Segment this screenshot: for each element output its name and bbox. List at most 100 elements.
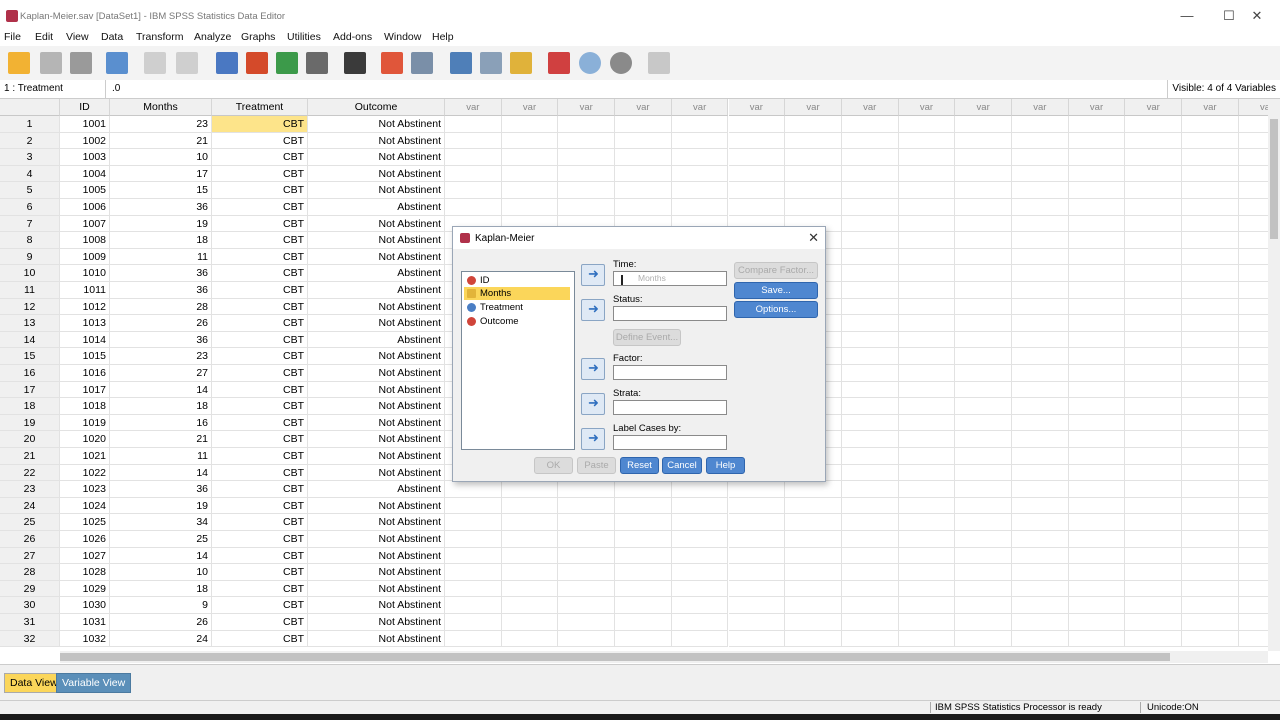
empty-cell[interactable] <box>785 564 842 581</box>
empty-cell[interactable] <box>955 232 1012 249</box>
column-header-var[interactable]: var <box>898 99 956 116</box>
cell-treatment[interactable]: CBT <box>212 547 308 565</box>
empty-cell[interactable] <box>898 331 956 349</box>
cell-treatment[interactable]: CBT <box>212 149 308 166</box>
empty-cell[interactable] <box>445 580 502 598</box>
empty-cell[interactable] <box>615 497 672 515</box>
cell-months[interactable]: 26 <box>110 315 212 332</box>
cell-id[interactable]: 1016 <box>60 365 110 382</box>
empty-cell[interactable] <box>1068 348 1126 365</box>
empty-cell[interactable] <box>1238 348 1268 365</box>
empty-cell[interactable] <box>1238 564 1268 581</box>
cell-value-input[interactable]: .0 <box>112 80 120 98</box>
time-field[interactable]: Months <box>613 271 727 286</box>
cell-months[interactable]: 9 <box>110 597 212 614</box>
cell-outcome[interactable]: Not Abstinent <box>308 464 445 482</box>
empty-cell[interactable] <box>898 531 956 548</box>
menu-window[interactable]: Window <box>384 31 421 43</box>
empty-cell[interactable] <box>1012 597 1069 614</box>
empty-cell[interactable] <box>841 365 899 382</box>
cancel-button[interactable]: Cancel <box>662 457 702 474</box>
empty-cell[interactable] <box>1125 232 1183 249</box>
cell-treatment[interactable]: CBT <box>212 597 308 614</box>
empty-cell[interactable] <box>1012 116 1069 133</box>
empty-cell[interactable] <box>728 116 786 133</box>
empty-cell[interactable] <box>728 564 786 581</box>
empty-cell[interactable] <box>445 149 502 166</box>
empty-cell[interactable] <box>785 580 842 598</box>
empty-cell[interactable] <box>558 597 616 614</box>
empty-cell[interactable] <box>1182 580 1239 598</box>
cell-outcome[interactable]: Not Abstinent <box>308 381 445 399</box>
empty-cell[interactable] <box>1238 531 1268 548</box>
empty-cell[interactable] <box>898 149 956 166</box>
empty-cell[interactable] <box>615 132 672 150</box>
empty-cell[interactable] <box>955 497 1012 515</box>
reset-button[interactable]: Reset <box>620 457 659 474</box>
empty-cell[interactable] <box>1182 265 1239 282</box>
empty-cell[interactable] <box>728 132 786 150</box>
empty-cell[interactable] <box>841 199 899 216</box>
empty-cell[interactable] <box>1125 348 1183 365</box>
empty-cell[interactable] <box>1182 215 1239 233</box>
cell-outcome[interactable]: Not Abstinent <box>308 448 445 465</box>
empty-cell[interactable] <box>1125 182 1183 199</box>
cell-months[interactable]: 24 <box>110 630 212 648</box>
cell-treatment[interactable]: CBT <box>212 182 308 199</box>
row-number[interactable]: 20 <box>0 431 60 448</box>
empty-cell[interactable] <box>1182 531 1239 548</box>
empty-cell[interactable] <box>785 531 842 548</box>
menu-analyze[interactable]: Analyze <box>194 31 231 43</box>
empty-cell[interactable] <box>785 149 842 166</box>
empty-cell[interactable] <box>1068 431 1126 448</box>
empty-cell[interactable] <box>1125 149 1183 166</box>
cell-months[interactable]: 15 <box>110 182 212 199</box>
column-header-months[interactable]: Months <box>110 99 212 116</box>
empty-cell[interactable] <box>841 331 899 349</box>
empty-cell[interactable] <box>558 514 616 531</box>
cell-treatment[interactable]: CBT <box>212 298 308 316</box>
empty-cell[interactable] <box>955 298 1012 316</box>
empty-cell[interactable] <box>445 199 502 216</box>
empty-cell[interactable] <box>841 298 899 316</box>
cell-id[interactable]: 1026 <box>60 531 110 548</box>
cell-months[interactable]: 19 <box>110 497 212 515</box>
empty-cell[interactable] <box>1238 232 1268 249</box>
cell-treatment[interactable]: CBT <box>212 514 308 531</box>
cell-treatment[interactable]: CBT <box>212 116 308 133</box>
empty-cell[interactable] <box>955 315 1012 332</box>
cell-id[interactable]: 1004 <box>60 165 110 183</box>
empty-cell[interactable] <box>1238 299 1268 316</box>
empty-cell[interactable] <box>898 630 956 648</box>
menu-file[interactable]: File <box>4 31 21 43</box>
row-number[interactable]: 4 <box>0 165 60 183</box>
empty-cell[interactable] <box>445 531 502 548</box>
empty-cell[interactable] <box>558 481 616 498</box>
cell-treatment[interactable]: CBT <box>212 448 308 465</box>
cell-outcome[interactable]: Not Abstinent <box>308 580 445 598</box>
empty-cell[interactable] <box>1068 514 1126 531</box>
empty-cell[interactable] <box>615 564 672 581</box>
empty-cell[interactable] <box>501 481 559 498</box>
empty-cell[interactable] <box>955 182 1012 199</box>
row-number[interactable]: 12 <box>0 298 60 316</box>
cell-months[interactable]: 26 <box>110 614 212 631</box>
empty-cell[interactable] <box>841 182 899 199</box>
empty-cell[interactable] <box>1238 597 1268 614</box>
empty-cell[interactable] <box>615 597 672 614</box>
empty-cell[interactable] <box>1068 497 1126 515</box>
empty-cell[interactable] <box>1012 414 1069 432</box>
factor-field[interactable] <box>613 365 727 380</box>
weight-cases-icon[interactable] <box>480 52 502 74</box>
empty-cell[interactable] <box>615 199 672 216</box>
empty-cell[interactable] <box>1068 414 1126 432</box>
empty-cell[interactable] <box>1012 398 1069 415</box>
empty-cell[interactable] <box>898 165 956 183</box>
empty-cell[interactable] <box>1125 248 1183 266</box>
empty-cell[interactable] <box>785 132 842 150</box>
empty-cell[interactable] <box>1125 464 1183 482</box>
cell-id[interactable]: 1011 <box>60 282 110 299</box>
dialog-close-icon[interactable]: ✕ <box>808 230 819 246</box>
list-item-months[interactable]: Months <box>464 287 570 300</box>
menu-view[interactable]: View <box>66 31 89 43</box>
